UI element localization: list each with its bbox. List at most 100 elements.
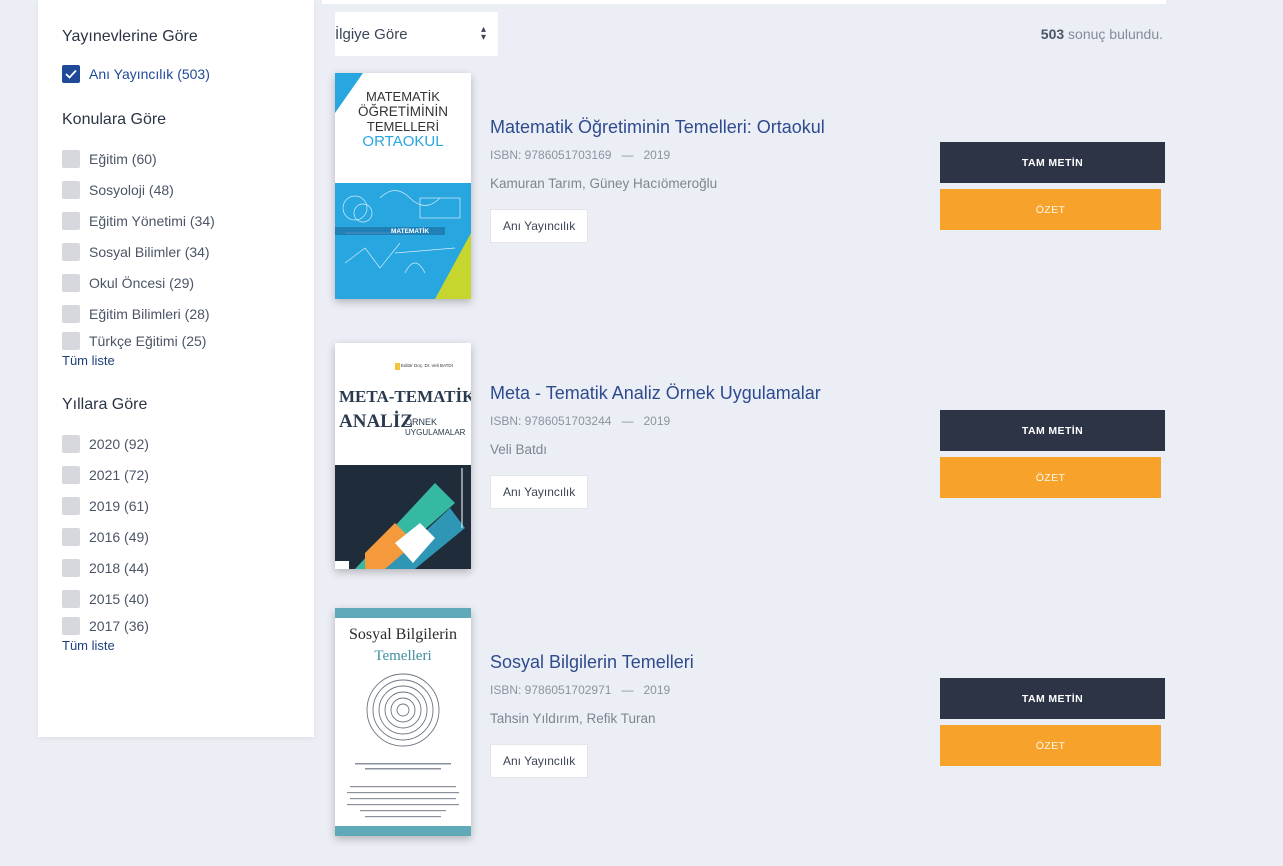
book-info: Sosyal Bilgilerin Temelleri ISBN: 978605… <box>490 652 694 778</box>
publisher-tag[interactable]: Anı Yayıncılık <box>490 744 589 778</box>
book-year: 2019 <box>643 148 671 162</box>
cover-title-line: ORTAOKUL <box>362 133 444 150</box>
book-year: 2019 <box>643 414 671 428</box>
facet-item-year[interactable]: 2015 (40) <box>62 583 290 614</box>
cover-title-line: UYGULAMALAR <box>405 428 466 437</box>
book-card: MATEMATİK ÖĞRETİMİNİN TEMELLERİ ORTAOKUL… <box>335 73 1165 299</box>
facet-item-subject[interactable]: Sosyoloji (48) <box>62 174 290 205</box>
facet-item-year[interactable]: 2019 (61) <box>62 490 290 521</box>
year-all-list-link[interactable]: Tüm liste <box>62 638 290 653</box>
facet-item-year[interactable]: 2021 (72) <box>62 459 290 490</box>
subject-all-list-link[interactable]: Tüm liste <box>62 353 290 368</box>
book-cover-image[interactable]: MATEMATİK ÖĞRETİMİNİN TEMELLERİ ORTAOKUL… <box>335 73 471 299</box>
publisher-facet-title: Yayınevlerine Göre <box>62 28 198 45</box>
cover-band-text: MATEMATİK <box>391 228 430 235</box>
publisher-facet: Yayınevlerine Göre Anı Yayıncılık (503) <box>62 28 290 89</box>
book-authors: Veli Batdı <box>490 442 548 457</box>
facet-item-subject[interactable]: Türkçe Eğitimi (25) <box>62 329 290 353</box>
subject-facet: Konulara Göre Eğitim (60) Sosyoloji (48)… <box>62 111 290 368</box>
checkbox-icon[interactable] <box>62 558 80 577</box>
cover-editor: Editör Doç. Dr. Veli BATDI <box>401 363 453 368</box>
book-title-link[interactable]: Meta - Tematik Analiz Örnek Uygulamalar <box>490 383 821 404</box>
book-info: Matematik Öğretiminin Temelleri: Ortaoku… <box>490 117 825 243</box>
facet-item-label: 2015 (40) <box>89 590 149 607</box>
book-title-link[interactable]: Matematik Öğretiminin Temelleri: Ortaoku… <box>490 117 825 138</box>
top-divider <box>322 0 1166 4</box>
abstract-button[interactable]: ÖZET <box>940 725 1161 766</box>
book-year: 2019 <box>643 683 671 697</box>
book-meta: ISBN: 9786051702971 — 2019 <box>490 683 694 697</box>
checkbox-checked-icon[interactable] <box>62 64 80 83</box>
cover-title-line: ANALİZ <box>339 411 413 432</box>
facet-item-year[interactable]: 2017 (36) <box>62 614 290 638</box>
facet-item-subject[interactable]: Eğitim (60) <box>62 143 290 174</box>
meta-separator: — <box>614 683 641 697</box>
facet-item-ani-yayincilik[interactable]: Anı Yayıncılık (503) <box>62 58 290 89</box>
sort-select-value: İlgiye Göre <box>335 25 408 43</box>
year-facet: Yıllara Göre 2020 (92) 2021 (72) 2019 (6… <box>62 396 290 653</box>
sort-arrows-icon: ▴ ▾ <box>480 24 486 43</box>
book-authors: Kamuran Tarım, Güney Hacıömeroğlu <box>490 176 718 191</box>
facet-item-label: Anı Yayıncılık (503) <box>89 65 210 82</box>
cover-title-line: ÖĞRETİMİNİN <box>358 104 448 119</box>
facet-item-year[interactable]: 2018 (44) <box>62 552 290 583</box>
publisher-tag[interactable]: Anı Yayıncılık <box>490 475 589 509</box>
checkbox-icon[interactable] <box>62 273 80 292</box>
facet-item-label: Okul Öncesi (29) <box>89 274 195 291</box>
facet-item-subject[interactable]: Sosyal Bilimler (34) <box>62 236 290 267</box>
cover-title-line: META-TEMATİK <box>339 387 471 406</box>
sort-select[interactable]: İlgiye Göre ▴ ▾ <box>335 12 498 56</box>
book-cover-image[interactable]: Editör Doç. Dr. Veli BATDI META-TEMATİK … <box>335 343 471 569</box>
facet-item-subject[interactable]: Eğitim Bilimleri (28) <box>62 298 290 329</box>
full-text-button[interactable]: TAM METİN <box>940 678 1165 719</box>
result-count: 503 sonuç bulundu. <box>1041 26 1163 42</box>
checkbox-icon[interactable] <box>62 496 80 515</box>
book-title-link[interactable]: Sosyal Bilgilerin Temelleri <box>490 652 694 673</box>
facet-item-label: 2020 (92) <box>89 435 149 452</box>
facet-item-year[interactable]: 2016 (49) <box>62 521 290 552</box>
book-isbn: ISBN: 9786051703169 <box>490 148 612 162</box>
checkbox-icon[interactable] <box>62 527 80 546</box>
checkbox-icon[interactable] <box>62 434 80 453</box>
facet-item-year[interactable]: 2020 (92) <box>62 428 290 459</box>
cover-title-line: ÖRNEK <box>405 417 438 427</box>
checkbox-icon[interactable] <box>62 180 80 199</box>
checkbox-icon[interactable] <box>62 242 80 261</box>
checkbox-icon[interactable] <box>62 332 80 350</box>
book-isbn: ISBN: 9786051703244 <box>490 414 612 428</box>
facet-item-label: 2018 (44) <box>89 559 149 576</box>
cover-title-line: TEMELLERİ <box>366 119 440 134</box>
facet-item-label: 2021 (72) <box>89 466 149 483</box>
checkbox-icon[interactable] <box>62 149 80 168</box>
cover-title-line: MATEMATİK <box>366 89 440 104</box>
abstract-button[interactable]: ÖZET <box>940 457 1161 498</box>
facet-item-subject[interactable]: Eğitim Yönetimi (34) <box>62 205 290 236</box>
facet-item-label: Eğitim (60) <box>89 150 157 167</box>
abstract-button[interactable]: ÖZET <box>940 189 1161 230</box>
cover-title-line: Temelleri <box>374 648 432 664</box>
year-facet-title: Yıllara Göre <box>62 396 148 413</box>
book-cover-image[interactable]: Sosyal Bilgilerin Temelleri <box>335 608 471 836</box>
facet-item-label: Sosyoloji (48) <box>89 181 174 198</box>
book-isbn: ISBN: 9786051702971 <box>490 683 612 697</box>
checkbox-icon[interactable] <box>62 617 80 635</box>
cover-2-illustration <box>335 343 471 569</box>
filter-sidebar: Yayınevlerine Göre Anı Yayıncılık (503) … <box>38 0 314 737</box>
facet-item-label: 2016 (49) <box>89 528 149 545</box>
result-count-suffix: sonuç bulundu. <box>1068 26 1163 42</box>
full-text-button[interactable]: TAM METİN <box>940 142 1165 183</box>
checkbox-icon[interactable] <box>62 304 80 323</box>
book-card: Editör Doç. Dr. Veli BATDI META-TEMATİK … <box>335 343 1165 569</box>
facet-item-label: Sosyal Bilimler (34) <box>89 243 210 260</box>
cover-title-line: Sosyal Bilgilerin <box>349 626 457 643</box>
publisher-tag[interactable]: Anı Yayıncılık <box>490 209 589 243</box>
checkbox-icon[interactable] <box>62 465 80 484</box>
full-text-button[interactable]: TAM METİN <box>940 410 1165 451</box>
meta-separator: — <box>614 414 641 428</box>
book-meta: ISBN: 9786051703169 — 2019 <box>490 148 825 162</box>
checkbox-icon[interactable] <box>62 589 80 608</box>
facet-item-label: Eğitim Bilimleri (28) <box>89 305 210 322</box>
book-meta: ISBN: 9786051703244 — 2019 <box>490 414 821 428</box>
checkbox-icon[interactable] <box>62 211 80 230</box>
facet-item-subject[interactable]: Okul Öncesi (29) <box>62 267 290 298</box>
